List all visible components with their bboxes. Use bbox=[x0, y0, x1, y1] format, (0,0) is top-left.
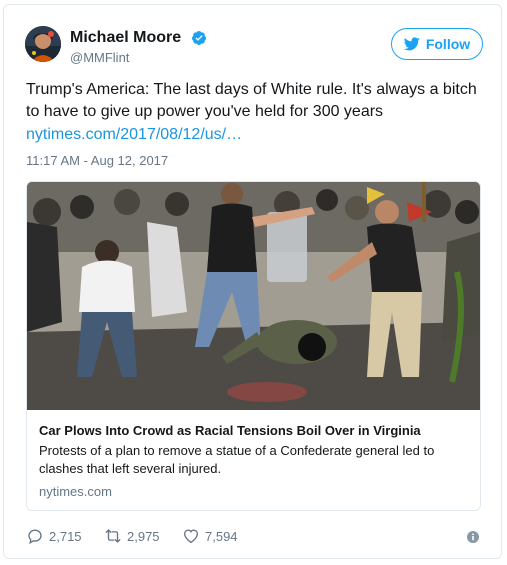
card-domain: nytimes.com bbox=[39, 484, 112, 499]
follow-button[interactable]: Follow bbox=[391, 28, 483, 60]
info-icon[interactable] bbox=[467, 531, 479, 543]
author-handle[interactable]: @MMFlint bbox=[70, 50, 129, 65]
retweet-action[interactable]: 2,975 bbox=[104, 527, 160, 545]
news-photo bbox=[27, 182, 480, 410]
retweet-count: 2,975 bbox=[127, 528, 160, 544]
tweet-embed-card: Michael Moore @MMFlint Follow Trump's Am… bbox=[3, 4, 502, 559]
tweet-link[interactable]: nytimes.com/2017/08/12/us/… bbox=[26, 124, 242, 146]
reply-icon bbox=[28, 529, 42, 545]
avatar[interactable] bbox=[25, 26, 61, 62]
like-icon bbox=[183, 529, 199, 544]
card-title[interactable]: Car Plows Into Crowd as Racial Tensions … bbox=[39, 423, 421, 438]
like-action[interactable]: 7,594 bbox=[182, 527, 238, 545]
tweet-text: Trump's America: The last days of White … bbox=[26, 81, 477, 120]
bird-icon bbox=[403, 37, 420, 51]
reply-action[interactable]: 2,715 bbox=[26, 527, 82, 545]
link-preview-card[interactable]: Car Plows Into Crowd as Racial Tensions … bbox=[26, 181, 481, 511]
follow-label: Follow bbox=[425, 36, 471, 52]
reply-count: 2,715 bbox=[49, 528, 82, 544]
retweet-icon bbox=[105, 529, 121, 543]
card-description: Protests of a plan to remove a statue of… bbox=[39, 443, 435, 476]
tweet-timestamp[interactable]: 11:17 AM - Aug 12, 2017 bbox=[26, 153, 168, 168]
author-name[interactable]: Michael Moore bbox=[70, 29, 181, 47]
like-count: 7,594 bbox=[205, 528, 238, 544]
verified-badge-icon bbox=[191, 31, 206, 45]
